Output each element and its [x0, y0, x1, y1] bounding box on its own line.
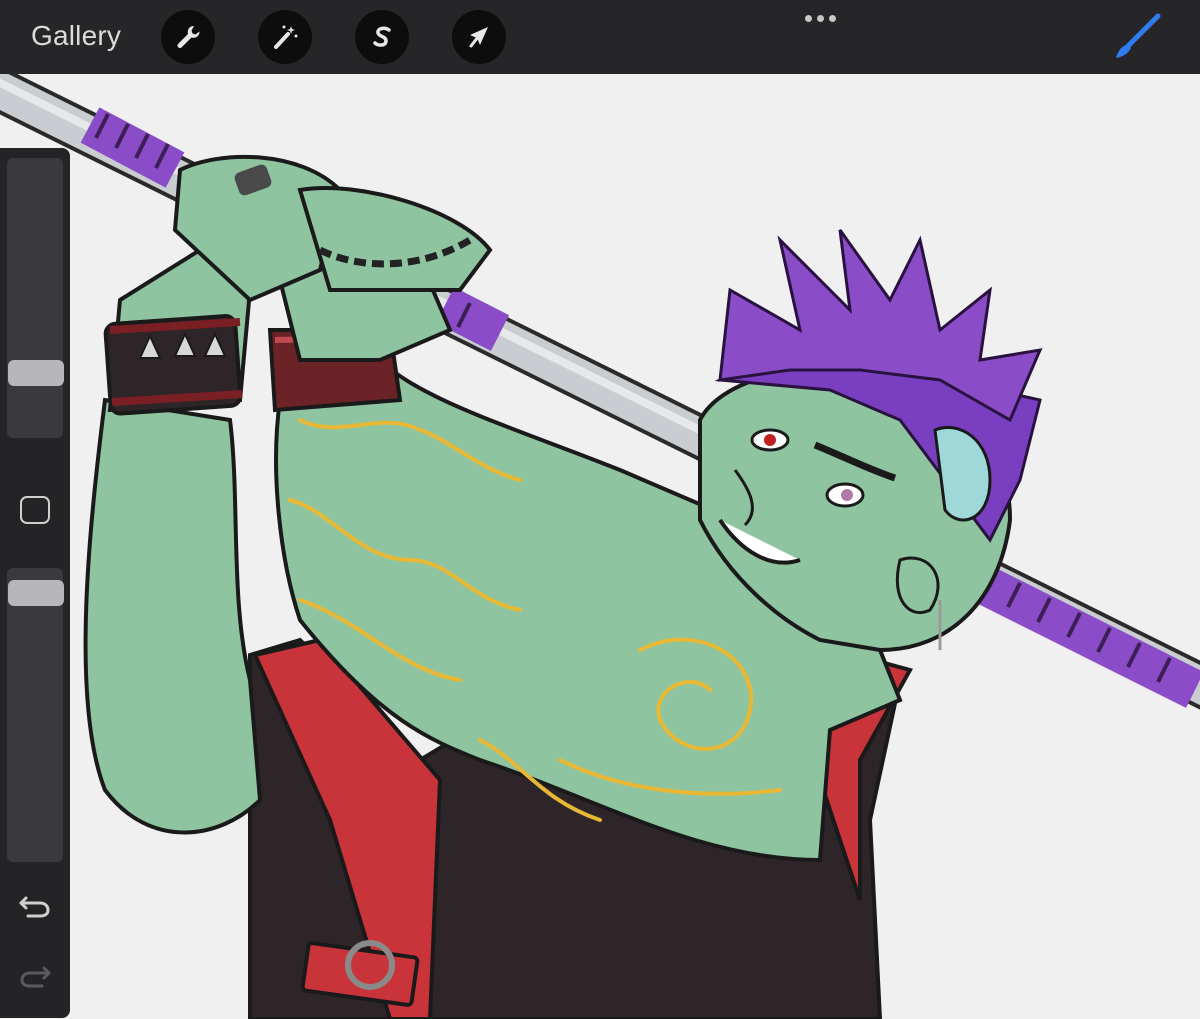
brush-size-handle[interactable]: [8, 360, 64, 386]
drawing-canvas[interactable]: [0, 74, 1200, 1019]
top-toolbar: Gallery: [0, 0, 1200, 74]
left-sidebar: [0, 148, 70, 1018]
gallery-button[interactable]: Gallery: [31, 20, 121, 52]
square-icon[interactable]: [20, 496, 50, 524]
opacity-handle[interactable]: [8, 580, 64, 606]
selection-s-icon[interactable]: [355, 10, 409, 64]
ellipsis-icon[interactable]: [805, 15, 836, 22]
brush-size-slider[interactable]: [7, 158, 63, 438]
arrow-cursor-icon[interactable]: [452, 10, 506, 64]
wrench-icon[interactable]: [161, 10, 215, 64]
magic-wand-icon[interactable]: [258, 10, 312, 64]
redo-icon[interactable]: [18, 960, 52, 995]
brush-icon[interactable]: [1108, 12, 1162, 67]
left-arm: [83, 247, 263, 835]
undo-icon[interactable]: [18, 890, 52, 925]
opacity-slider[interactable]: [7, 568, 63, 862]
